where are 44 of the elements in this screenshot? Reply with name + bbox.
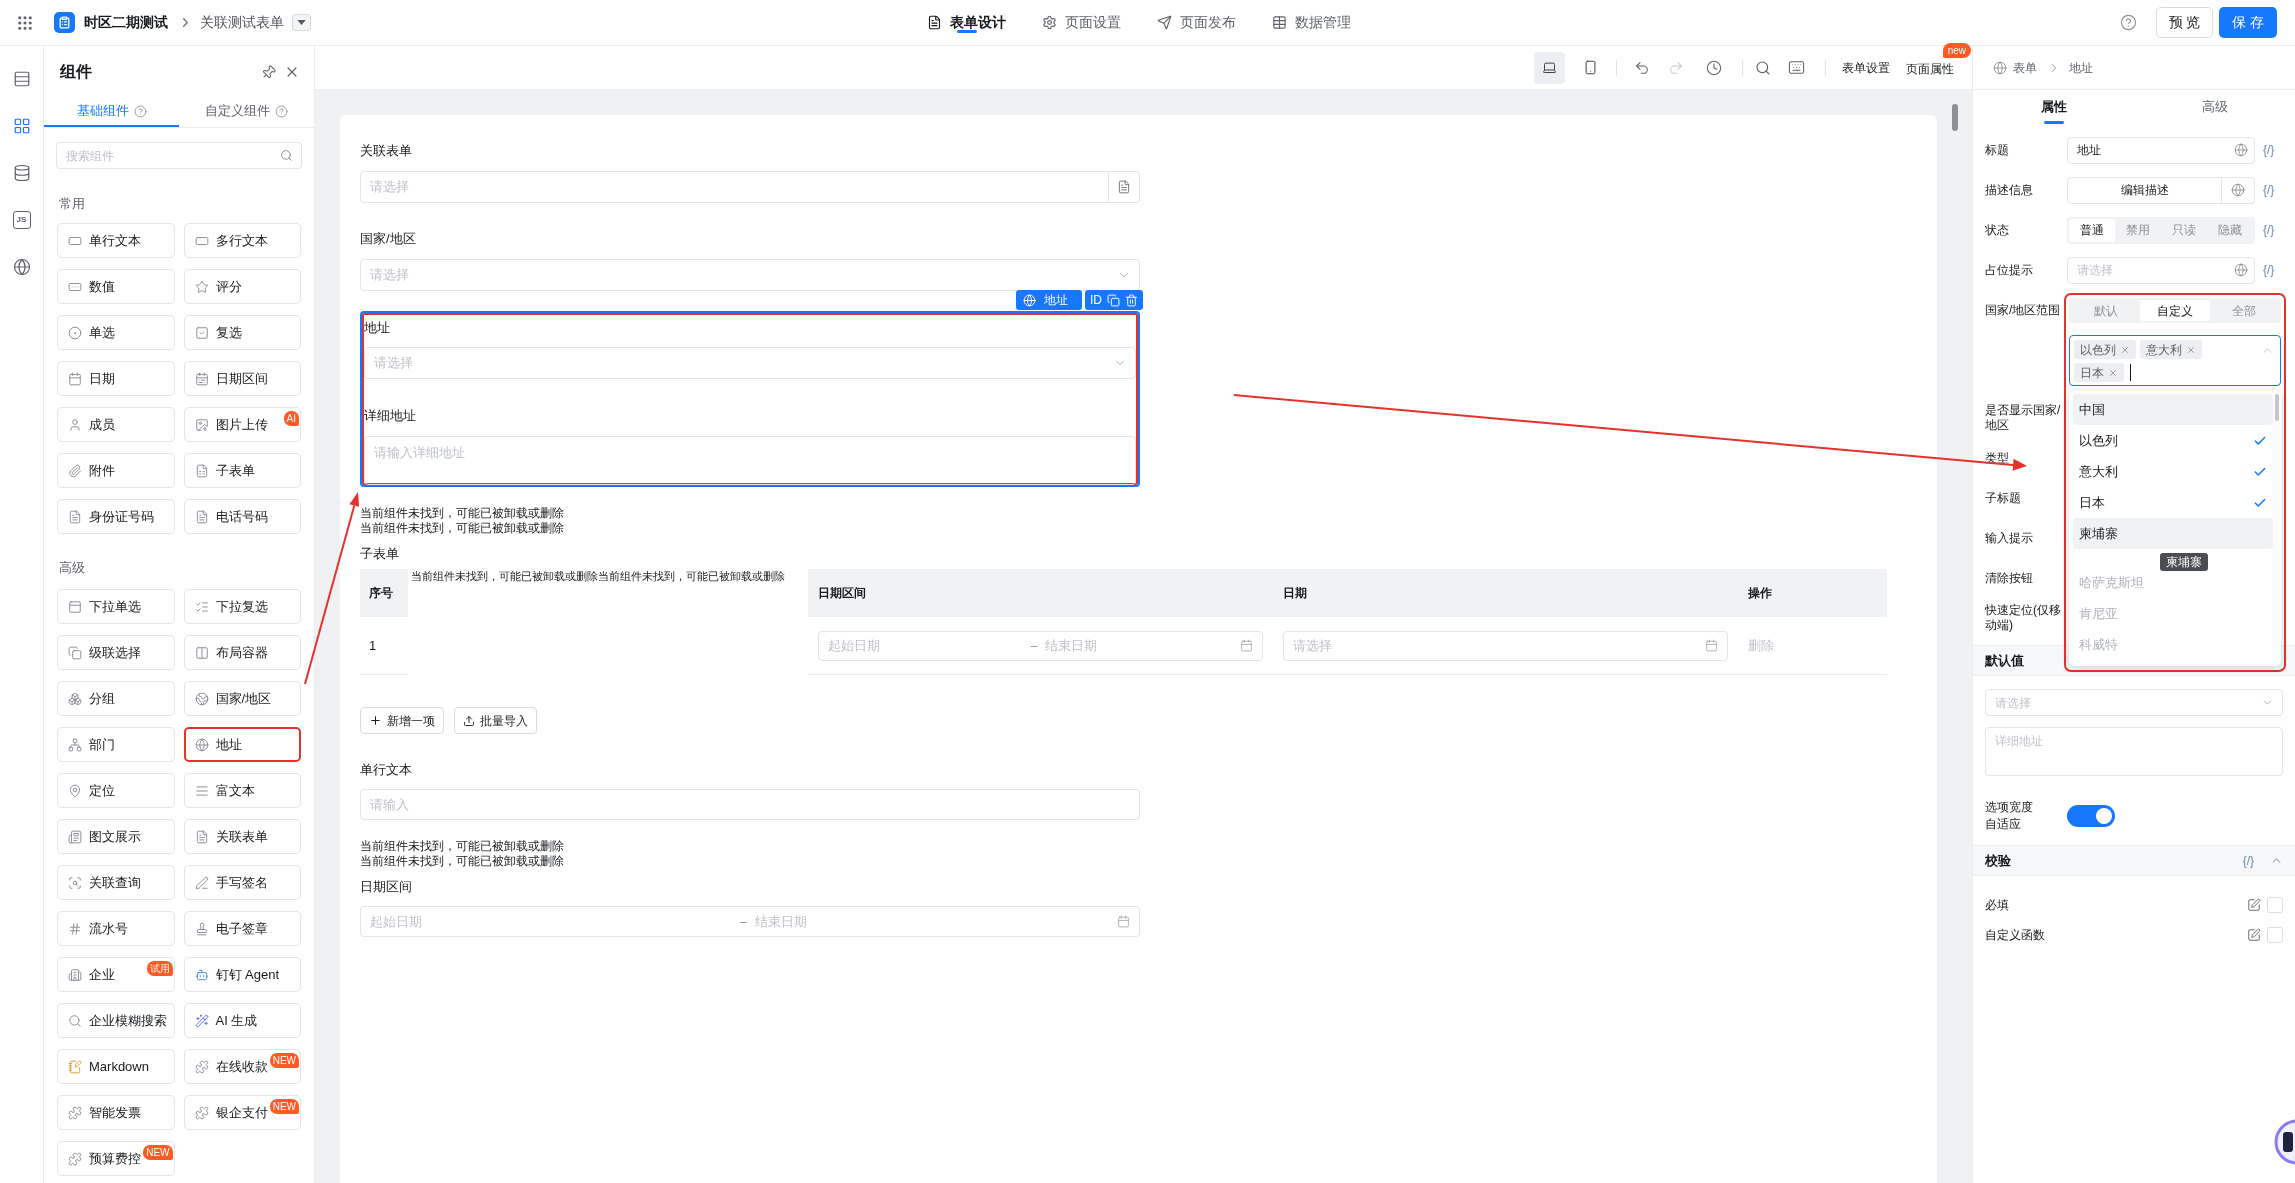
- rule-label: 必填: [1985, 897, 2010, 914]
- component-type-label: 地址: [1044, 292, 1068, 309]
- field-label: 占位提示: [1985, 262, 2034, 279]
- table-header-cell: 操作: [1738, 569, 1887, 617]
- error-message: 当前组件未找到，可能已被卸载或删除: [360, 521, 565, 536]
- field-label: 清除按钮: [1985, 570, 2034, 586]
- error-message: 当前组件未找到，可能已被卸载或删除当前组件未找到，可能已被卸载或删除: [410, 569, 786, 584]
- status-badge: AI: [283, 411, 299, 426]
- table-header-cell: 日期区间: [808, 569, 1273, 617]
- field-label: 日期区间: [360, 878, 413, 896]
- panel-title: 组件: [60, 62, 93, 82]
- status-badge: NEW: [269, 1053, 299, 1068]
- table-header-cell: 序号: [360, 569, 408, 617]
- field-label: 国家/地区范围: [1985, 302, 2062, 319]
- field-label: 单行文本: [360, 761, 413, 779]
- status-badge: NEW: [269, 1099, 299, 1114]
- field-label: 快速定位(仅移动端): [1985, 603, 2062, 633]
- field-label: 描述信息: [1985, 182, 2034, 199]
- field-label: 子标题: [1985, 490, 2022, 506]
- field-label: 状态: [1985, 222, 2010, 239]
- selected-tag: 以色列: [2074, 340, 2136, 359]
- selected-tag: 日本: [2074, 363, 2124, 382]
- field-label: 国家/地区: [360, 230, 417, 248]
- error-message: 当前组件未找到，可能已被卸载或删除: [360, 839, 565, 854]
- table-header-cell: 日期: [1273, 569, 1738, 617]
- error-message: 当前组件未找到，可能已被卸载或删除: [360, 854, 565, 869]
- field-label: 是否显示国家/地区: [1985, 403, 2062, 433]
- table-cell: 1: [360, 617, 408, 675]
- rule-label: 自定义函数: [1985, 927, 2046, 944]
- tooltip: 柬埔寨: [2160, 553, 2208, 571]
- field-label: 标题: [1985, 142, 2010, 159]
- error-message: 当前组件未找到，可能已被卸载或删除: [360, 506, 565, 521]
- field-label: 地址: [364, 319, 391, 337]
- field-label: 关联表单: [360, 142, 413, 160]
- field-label: 子表单: [360, 545, 400, 563]
- section-title: 校验: [1985, 851, 2012, 870]
- field-label: 输入提示: [1985, 530, 2034, 546]
- field-label: 详细地址: [364, 407, 417, 425]
- group-title: 常用: [58, 195, 86, 213]
- field-label: 选项宽度自适应: [1985, 799, 2034, 833]
- status-badge: NEW: [143, 1145, 173, 1160]
- selected-tag: 意大利: [2140, 340, 2202, 359]
- group-title: 高级: [58, 559, 86, 577]
- status-badge: 试用: [146, 961, 173, 976]
